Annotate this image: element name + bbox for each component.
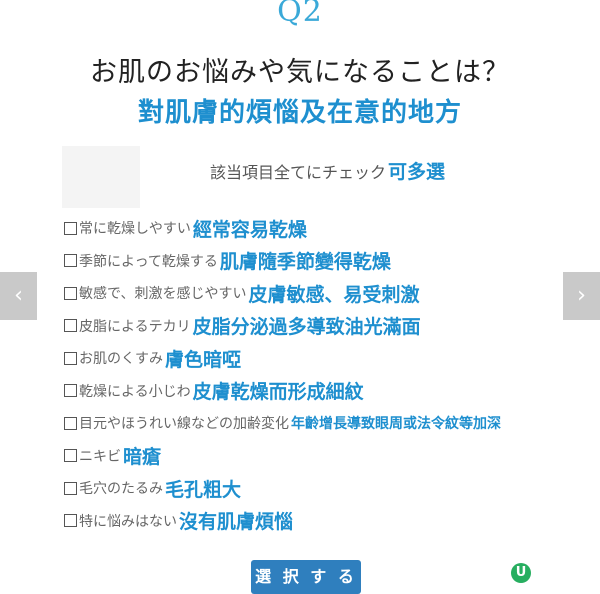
option-label-zh: 皮脂分泌過多導致油光滿面 [192, 316, 421, 339]
checkbox[interactable] [64, 254, 77, 268]
checkbox[interactable] [64, 449, 77, 463]
instruction: 該当項目全てにチェック 可多選 [210, 157, 445, 184]
option-acne[interactable]: ニキビ 暗瘡 [64, 440, 600, 473]
brand-logo-icon: U [511, 563, 531, 583]
option-label-jp: 皮脂によるテカリ [79, 318, 191, 335]
checkbox[interactable] [64, 286, 77, 300]
option-label-jp: 敏感で、刺激を感じやすい [79, 286, 247, 303]
option-label-zh: 暗瘡 [123, 446, 162, 469]
option-label-zh: 膚色暗啞 [165, 348, 242, 371]
option-constant-dryness[interactable]: 常に乾燥しやすい 經常容易乾燥 [64, 212, 600, 245]
option-label-zh: 毛孔粗大 [165, 478, 242, 501]
option-label-zh: 沒有肌膚煩惱 [179, 511, 294, 534]
option-label-jp: ニキビ [79, 448, 121, 465]
instruction-zh: 可多選 [388, 161, 446, 183]
option-sensitive-skin[interactable]: 敏感で、刺激を感じやすい 皮膚敏感、易受刺激 [64, 277, 600, 310]
option-no-concerns[interactable]: 特に悩みはない 沒有肌膚煩惱 [64, 505, 600, 538]
checkbox[interactable] [64, 481, 77, 495]
option-label-zh: 肌膚隨季節變得乾燥 [219, 251, 391, 274]
option-pores[interactable]: 毛穴のたるみ 毛孔粗大 [64, 472, 600, 505]
option-label-jp: 乾燥による小じわ [79, 383, 191, 400]
option-label-jp: 常に乾燥しやすい [79, 221, 191, 238]
option-seasonal-dryness[interactable]: 季節によって乾燥する 肌膚隨季節變得乾燥 [64, 245, 600, 278]
checkbox[interactable] [64, 514, 77, 528]
option-label-zh: 年齡增長導致眼周或法令紋等加深 [291, 416, 501, 433]
checkbox[interactable] [64, 351, 77, 365]
option-dullness[interactable]: お肌のくすみ 膚色暗啞 [64, 342, 600, 375]
checkbox[interactable] [64, 319, 77, 333]
instruction-jp: 該当項目全てにチェック [210, 163, 387, 182]
option-label-jp: 季節によって乾燥する [79, 253, 218, 270]
option-label-jp: お肌のくすみ [79, 351, 163, 368]
option-label-jp: 目元やほうれい線などの加齢変化 [79, 416, 289, 433]
checkbox[interactable] [64, 384, 77, 398]
next-slide-button[interactable]: › [563, 272, 600, 320]
option-label-zh: 皮膚敏感、易受刺激 [248, 283, 420, 306]
options-list: 常に乾燥しやすい 經常容易乾燥 季節によって乾燥する 肌膚隨季節變得乾燥 敏感で… [64, 212, 600, 537]
option-oily-shine[interactable]: 皮脂によるテカリ 皮脂分泌過多導致油光滿面 [64, 310, 600, 343]
question-title-jp: お肌のお悩みや気になることは？ [90, 57, 510, 88]
option-label-zh: 經常容易乾燥 [192, 218, 307, 241]
checkbox[interactable] [64, 221, 77, 235]
option-aging[interactable]: 目元やほうれい線などの加齢変化 年齡增長導致眼周或法令紋等加深 [64, 407, 600, 440]
prev-slide-button[interactable]: ‹ [0, 272, 37, 320]
question-title-zh: 對肌膚的煩惱及在意的地方 [137, 98, 462, 128]
question-number: Q2 [277, 0, 323, 29]
chevron-right-icon: › [577, 283, 586, 308]
checkbox[interactable] [64, 416, 77, 430]
faint-image-placeholder [62, 146, 140, 208]
option-label-jp: 特に悩みはない [79, 513, 177, 530]
option-fine-lines[interactable]: 乾燥による小じわ 皮膚乾燥而形成細紋 [64, 375, 600, 408]
option-label-jp: 毛穴のたるみ [79, 481, 163, 498]
option-label-zh: 皮膚乾燥而形成細紋 [192, 381, 364, 404]
chevron-left-icon: ‹ [14, 283, 23, 308]
